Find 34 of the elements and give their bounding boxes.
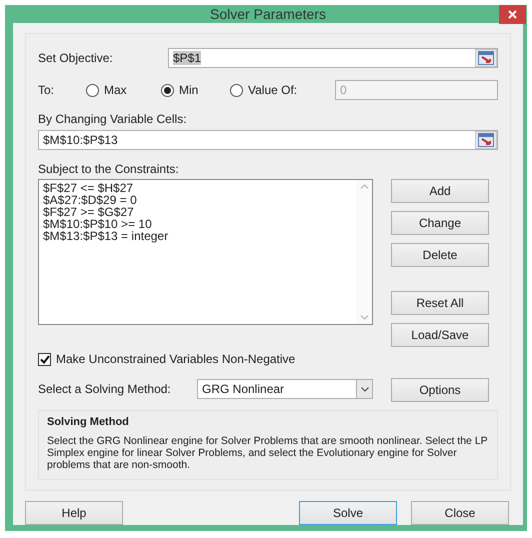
radio-option[interactable]: Value Of:	[230, 83, 335, 97]
radio-label: Value Of:	[248, 83, 298, 97]
field-label: Set Objective:	[38, 51, 114, 65]
action-button[interactable]: Reset All	[391, 291, 489, 315]
radio-option[interactable]: Max	[86, 83, 161, 97]
action-button[interactable]: Delete	[391, 243, 489, 267]
dialog-button[interactable]: Solve	[299, 501, 397, 525]
variable-cells-field[interactable]: $M$10:$P$13	[38, 130, 498, 150]
radio-label: Max	[104, 83, 127, 97]
radio-label: Min	[179, 83, 198, 97]
radio-option[interactable]: Min	[161, 83, 230, 97]
window-title: Solver Parameters	[210, 6, 326, 22]
method-dropdown[interactable]: GRG Nonlinear	[197, 379, 373, 399]
group-title: Solving Method	[47, 416, 130, 428]
field-label: Select a Solving Method:	[38, 382, 172, 396]
constraint-item[interactable]: $F$27 >= $G$27	[43, 206, 352, 218]
objective-field[interactable]: $P$1	[168, 48, 498, 68]
action-button[interactable]: Add	[391, 179, 489, 203]
dialog-button[interactable]: Help	[25, 501, 123, 525]
dialog-button[interactable]: Close	[411, 501, 509, 525]
constraint-item[interactable]: $M$10:$P$10 >= 10	[43, 218, 352, 230]
options-button[interactable]: Options	[391, 378, 489, 402]
constraint-item[interactable]: $A$27:$D$29 = 0	[43, 194, 352, 206]
description-text: Select the GRG Nonlinear engine for Solver Problems that are smooth nonlinear. Select the LP Simplex engine for linear Solver Problems, and select the Evolutionary engine for Solver problems that are non-smooth.	[47, 435, 488, 471]
field-label: Subject to the Constraints:	[38, 162, 180, 176]
checkbox-label: Make Unconstrained Variables Non-Negative	[56, 352, 296, 366]
field-label: To:	[38, 83, 56, 97]
constraints-list[interactable]: $F$27 <= $H$27 $A$27:$D$29 = 0 $F$27 >= $G$27 $M$10:$P$10 >= 10 $M$13:$P$13 = integer	[38, 179, 373, 325]
action-button[interactable]: Load/Save	[391, 323, 489, 347]
action-button[interactable]: Change	[391, 211, 489, 235]
field-label: By Changing Variable Cells:	[38, 112, 188, 126]
constraint-item[interactable]: $F$27 <= $H$27	[43, 182, 352, 194]
constraint-item[interactable]: $M$13:$P$13 = integer	[43, 230, 352, 242]
field-value: $P$1	[173, 51, 202, 65]
